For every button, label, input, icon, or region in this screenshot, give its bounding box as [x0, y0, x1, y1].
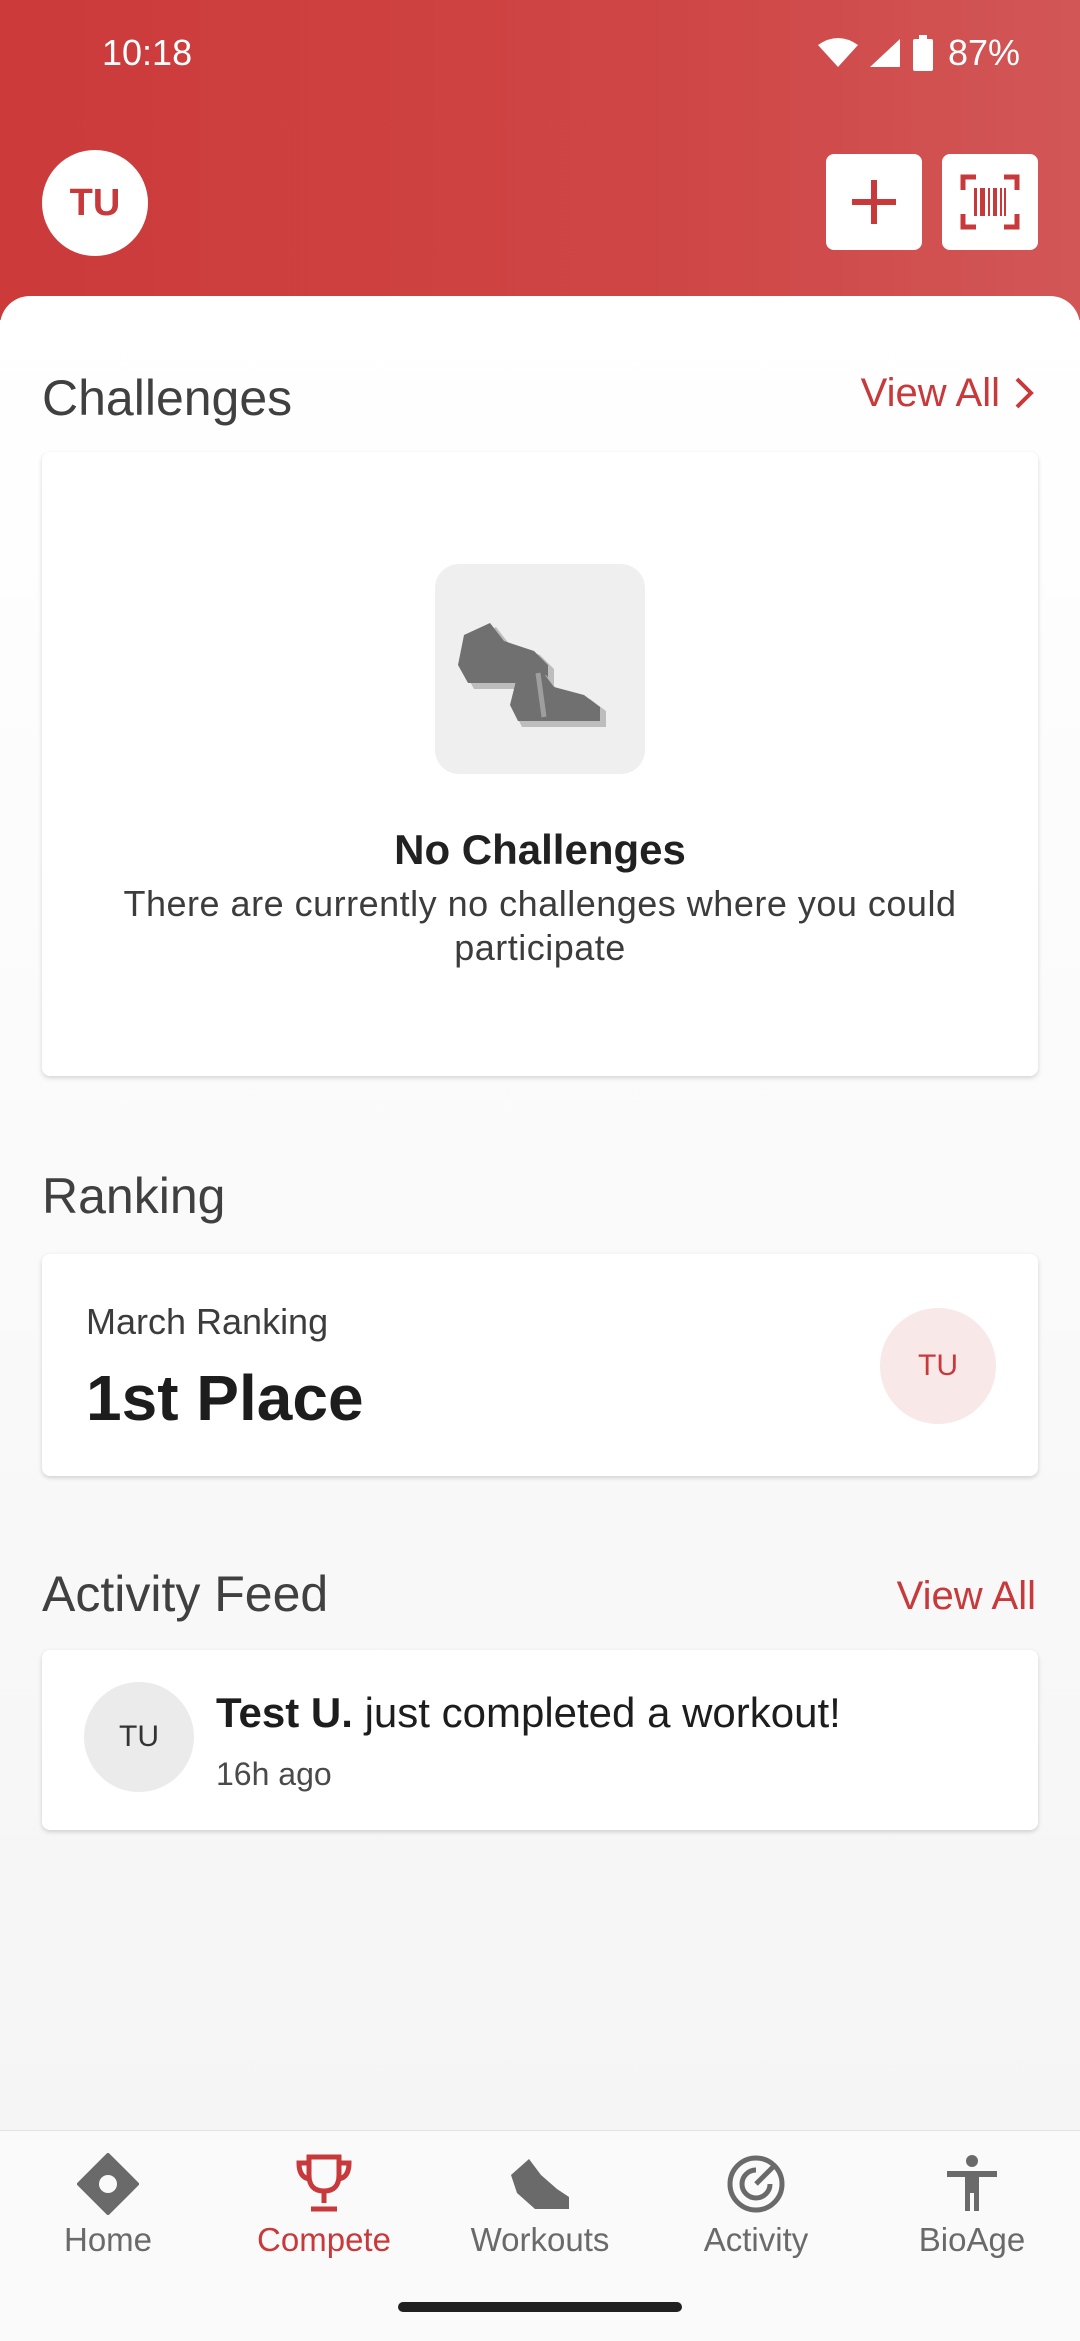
status-icons: 87% [817, 30, 1020, 76]
home-icon [77, 2153, 139, 2215]
nav-label-home: Home [63, 2221, 153, 2258]
ranking-card[interactable]: March Ranking 1st Place TU [42, 1254, 1038, 1476]
activity-feed-item[interactable]: TU Test U. just completed a workout! 16h… [42, 1650, 1038, 1830]
app-header: 10:18 87% TU [0, 0, 1080, 320]
signal-icon [869, 39, 900, 67]
challenges-empty-card: No Challenges There are currently no cha… [42, 452, 1038, 1076]
sneakers-icon [458, 623, 606, 727]
empty-state-title: No Challenges [394, 826, 686, 873]
empty-state-illustration [435, 564, 645, 774]
nav-item-workouts[interactable]: Workouts [432, 2153, 648, 2283]
activity-feed-title: Activity Feed [42, 1566, 329, 1622]
ranking-label: March Ranking [86, 1301, 329, 1342]
challenges-view-all-link[interactable]: View All [861, 368, 1034, 418]
wifi-icon [817, 38, 858, 67]
add-button[interactable] [826, 154, 922, 250]
nav-label-workouts: Workouts [470, 2221, 610, 2258]
nav-item-compete[interactable]: Compete [216, 2153, 432, 2283]
feed-item-avatar: TU [84, 1682, 194, 1792]
trophy-icon [296, 2154, 352, 2212]
chevron-right-icon [1015, 377, 1034, 409]
barcode-scan-button[interactable] [942, 154, 1038, 250]
plus-icon [852, 180, 896, 224]
nav-item-activity[interactable]: Activity [648, 2153, 864, 2283]
ranking-avatar: TU [880, 1308, 996, 1424]
activity-feed-view-all-label: View All [896, 1574, 1036, 1618]
feed-item-message: just completed a workout! [352, 1689, 841, 1736]
challenges-view-all-label: View All [860, 371, 1000, 415]
nav-item-bioage[interactable]: BioAge [864, 2153, 1080, 2283]
nav-label-bioage: BioAge [918, 2221, 1026, 2258]
barcode-scan-icon [960, 174, 1020, 230]
person-icon [947, 2155, 997, 2211]
battery-icon [912, 35, 933, 71]
empty-state-description: There are currently no challenges where … [123, 883, 957, 968]
profile-avatar[interactable]: TU [42, 150, 148, 256]
nav-item-home[interactable]: Home [0, 2153, 216, 2283]
feed-item-name: Test U. [216, 1689, 353, 1736]
status-bar: 10:18 87% [0, 0, 1080, 110]
home-indicator[interactable] [398, 2302, 682, 2312]
activity-feed-view-all-link[interactable]: View All [897, 1571, 1036, 1621]
activity-gauge-icon [727, 2155, 785, 2213]
shoe-icon [511, 2159, 569, 2209]
feed-item-time: 16h ago [216, 1756, 332, 1792]
nav-label-activity: Activity [703, 2221, 809, 2258]
main-content: Challenges View All No Challenges There … [0, 296, 1080, 2130]
battery-percentage: 87% [947, 32, 1020, 73]
feed-item-text: Test U. just completed a workout! [216, 1686, 841, 1740]
nav-label-compete: Compete [257, 2221, 391, 2258]
challenges-title: Challenges [42, 370, 293, 426]
ranking-value: 1st Place [86, 1362, 364, 1434]
ranking-title: Ranking [42, 1168, 226, 1224]
status-time: 10:18 [102, 32, 193, 73]
